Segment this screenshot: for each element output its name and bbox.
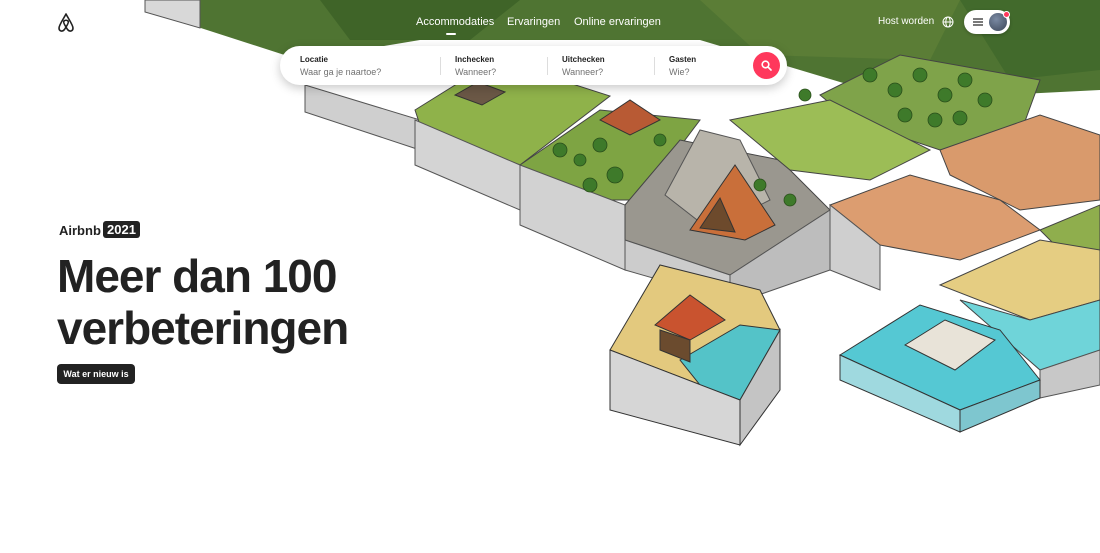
guests-label: Gasten bbox=[669, 55, 697, 64]
nav-ervaringen[interactable]: Ervaringen bbox=[507, 16, 560, 28]
checkin-label: Inchecken bbox=[455, 55, 495, 64]
user-menu-button[interactable] bbox=[964, 10, 1010, 34]
hamburger-icon bbox=[973, 18, 983, 26]
search-icon bbox=[761, 60, 772, 71]
search-bar: Locatie Waar ga je naartoe? Inchecken Wa… bbox=[280, 46, 787, 85]
main-nav: Accommodaties Ervaringen Online ervaring… bbox=[0, 16, 1100, 36]
whats-new-button[interactable]: Wat er nieuw is bbox=[57, 364, 135, 384]
block-side bbox=[304, 84, 421, 151]
divider bbox=[440, 57, 441, 75]
checkout-label: Uitchecken bbox=[562, 55, 605, 64]
active-tab-indicator bbox=[446, 33, 456, 35]
divider bbox=[654, 57, 655, 75]
checkout-field[interactable]: Uitchecken Wanneer? bbox=[562, 46, 652, 85]
location-placeholder: Waar ga je naartoe? bbox=[300, 67, 382, 77]
year-badge: 2021 bbox=[103, 221, 140, 238]
location-label: Locatie bbox=[300, 55, 329, 64]
checkout-placeholder: Wanneer? bbox=[562, 67, 604, 77]
brand-name: Airbnb bbox=[59, 223, 101, 238]
globe-icon[interactable] bbox=[942, 16, 954, 28]
notification-dot bbox=[1003, 11, 1010, 18]
nav-accommodaties[interactable]: Accommodaties bbox=[416, 16, 494, 28]
guests-placeholder: Wie? bbox=[669, 67, 690, 77]
nav-online-ervaringen[interactable]: Online ervaringen bbox=[574, 16, 661, 28]
search-button[interactable] bbox=[753, 52, 780, 79]
guests-field[interactable]: Gasten Wie? bbox=[669, 46, 749, 85]
checkin-placeholder: Wanneer? bbox=[455, 67, 497, 77]
location-field[interactable]: Locatie Waar ga je naartoe? bbox=[300, 46, 440, 85]
checkin-field[interactable]: Inchecken Wanneer? bbox=[455, 46, 545, 85]
host-button[interactable]: Host worden bbox=[878, 16, 934, 27]
hero-headline: Meer dan 100 verbeteringen bbox=[57, 250, 349, 354]
divider bbox=[547, 57, 548, 75]
